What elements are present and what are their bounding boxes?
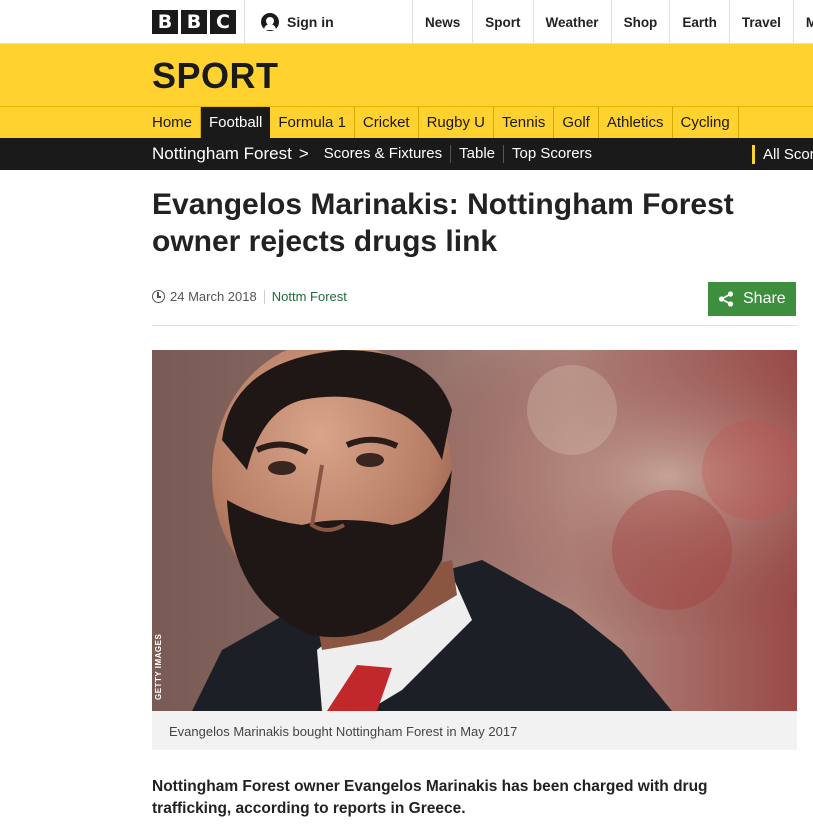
share-label: Share: [743, 290, 786, 307]
user-icon: [261, 13, 279, 31]
global-nav-shop[interactable]: Shop: [610, 0, 670, 44]
global-nav-earth[interactable]: Earth: [669, 0, 729, 44]
sport-header: [0, 44, 813, 106]
article-image: [152, 350, 797, 711]
image-caption: Evangelos Marinakis bought Nottingham Fo…: [152, 711, 797, 750]
bbc-logo-letter: C: [210, 10, 236, 34]
bbc-global-header: B B C Sign in News Sport Weather Shop Ea…: [0, 0, 813, 44]
sign-in-link[interactable]: Sign in: [244, 0, 334, 44]
article-topic-link[interactable]: Nottm Forest: [272, 289, 347, 304]
global-nav-sport[interactable]: Sport: [472, 0, 532, 44]
club-nav-top-scorers[interactable]: Top Scorers: [504, 145, 600, 163]
global-nav-news[interactable]: News: [412, 0, 472, 44]
sport-nav-rugby-union[interactable]: Rugby U: [419, 107, 494, 138]
club-nav-home[interactable]: Nottingham Forest: [152, 144, 292, 164]
divider: [152, 325, 797, 326]
sign-in-label: Sign in: [287, 14, 334, 30]
sport-nav-cycling[interactable]: Cycling: [673, 107, 739, 138]
article-intro: Nottingham Forest owner Evangelos Marina…: [152, 778, 708, 817]
club-nav-table[interactable]: Table: [451, 145, 505, 163]
sport-nav-formula-1[interactable]: Formula 1: [270, 107, 355, 138]
club-nav-scores-fixtures[interactable]: Scores & Fixtures: [316, 145, 452, 163]
global-nav-more[interactable]: Mo: [792, 0, 813, 44]
sport-logo[interactable]: SPORT: [152, 55, 279, 97]
image-credit: GETTY IMAGES: [154, 633, 163, 700]
sport-nav-golf[interactable]: Golf: [554, 107, 599, 138]
global-nav-travel[interactable]: Travel: [728, 0, 793, 44]
sport-nav: Home Football Formula 1 Cricket Rugby U …: [0, 106, 813, 138]
meta-divider: [263, 289, 265, 304]
all-scores-link[interactable]: All Scor: [752, 145, 813, 164]
bbc-logo[interactable]: B B C: [152, 10, 236, 34]
article-date: 24 March 2018: [170, 289, 257, 304]
sport-nav-cricket[interactable]: Cricket: [355, 107, 419, 138]
club-nav: Nottingham Forest > Scores & Fixtures Ta…: [0, 138, 813, 170]
global-nav: News Sport Weather Shop Earth Travel Mo: [412, 0, 813, 44]
global-nav-weather[interactable]: Weather: [532, 0, 611, 44]
bbc-logo-letter: B: [152, 10, 178, 34]
portrait-illustration: [152, 350, 797, 711]
sport-nav-home[interactable]: Home: [144, 107, 202, 138]
bbc-logo-letter: B: [181, 10, 207, 34]
sport-nav-football[interactable]: Football: [201, 107, 271, 138]
clock-icon: [152, 290, 165, 303]
share-button[interactable]: Share: [708, 282, 796, 316]
share-icon: [718, 291, 734, 307]
sport-nav-athletics[interactable]: Athletics: [599, 107, 673, 138]
article-headline: Evangelos Marinakis: Nottingham Forest o…: [152, 188, 734, 258]
sport-nav-tennis[interactable]: Tennis: [494, 107, 555, 138]
article-meta: 24 March 2018 Nottm Forest: [152, 289, 347, 304]
chevron-right-icon: >: [298, 144, 309, 163]
